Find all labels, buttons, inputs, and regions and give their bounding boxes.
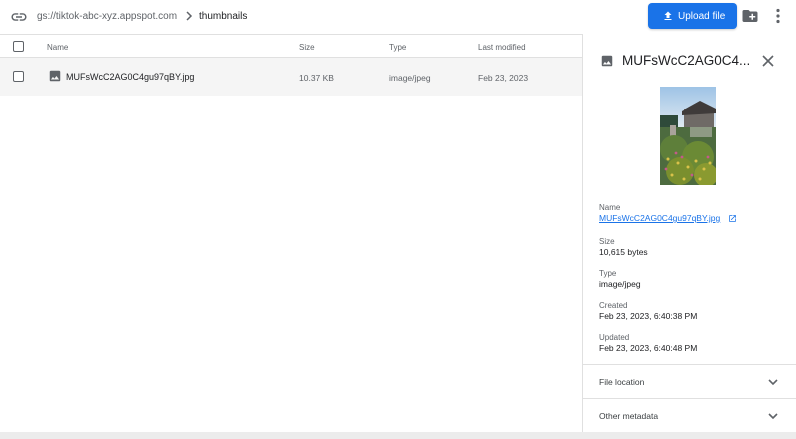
file-name-link[interactable]: MUFsWcC2AG0C4gu97qBY.jpg	[66, 72, 194, 82]
table-row[interactable]: MUFsWcC2AG0C4gu97qBY.jpg 10.37 KB image/…	[0, 58, 582, 96]
bottom-scrollbar-area	[0, 432, 796, 439]
top-bar: gs://tiktok-abc-xyz.appspot.com thumbnai…	[0, 0, 796, 34]
table-header: Name Size Type Last modified	[0, 34, 582, 58]
type-value: image/jpeg	[599, 279, 641, 289]
upload-icon	[664, 11, 672, 20]
chevron-down-icon	[768, 413, 778, 420]
row-checkbox[interactable]	[13, 71, 24, 82]
chevron-down-icon	[768, 379, 778, 386]
image-file-icon	[49, 70, 61, 82]
object-name-link[interactable]: MUFsWcC2AG0C4gu97qBY.jpg	[599, 213, 720, 223]
file-type: image/jpeg	[389, 73, 431, 83]
link-icon	[11, 13, 27, 21]
objects-table: Name Size Type Last modified MUFsWcC2AG0…	[0, 34, 582, 432]
other-metadata-section[interactable]: Other metadata	[583, 398, 796, 432]
size-label: Size	[599, 237, 615, 246]
column-header-last-modified[interactable]: Last modified	[478, 43, 526, 52]
image-file-icon	[601, 55, 613, 67]
updated-label: Updated	[599, 333, 630, 342]
breadcrumb-bucket[interactable]: gs://tiktok-abc-xyz.appspot.com	[37, 11, 177, 22]
other-metadata-label: Other metadata	[599, 411, 659, 421]
file-location-section[interactable]: File location	[583, 364, 796, 398]
upload-file-label: Upload file	[678, 10, 726, 22]
column-header-size[interactable]: Size	[299, 43, 315, 52]
chevron-right-icon	[186, 11, 193, 21]
upload-file-button[interactable]: Upload file	[648, 3, 737, 29]
close-icon[interactable]	[761, 54, 775, 68]
created-value: Feb 23, 2023, 6:40:38 PM	[599, 311, 698, 321]
breadcrumb-current-folder: thumbnails	[199, 11, 248, 22]
more-vert-icon[interactable]	[771, 7, 785, 25]
image-thumbnail	[660, 87, 716, 185]
column-header-type[interactable]: Type	[389, 43, 406, 52]
open-in-new-icon[interactable]	[728, 214, 737, 223]
created-label: Created	[599, 301, 628, 310]
file-size: 10.37 KB	[299, 73, 334, 83]
select-all-checkbox[interactable]	[13, 41, 24, 52]
file-location-label: File location	[599, 377, 645, 387]
panel-title: MUFsWcC2AG0C4...	[622, 53, 751, 68]
file-last-modified: Feb 23, 2023	[478, 73, 529, 83]
size-value: 10,615 bytes	[599, 247, 648, 257]
column-header-name[interactable]: Name	[47, 43, 68, 52]
object-details-panel: MUFsWcC2AG0C4... Name MUFsWcC2AG0C4gu97q…	[583, 34, 796, 432]
new-folder-icon[interactable]	[741, 7, 759, 25]
updated-value: Feb 23, 2023, 6:40:48 PM	[599, 343, 698, 353]
name-label: Name	[599, 203, 621, 212]
type-label: Type	[599, 269, 617, 278]
